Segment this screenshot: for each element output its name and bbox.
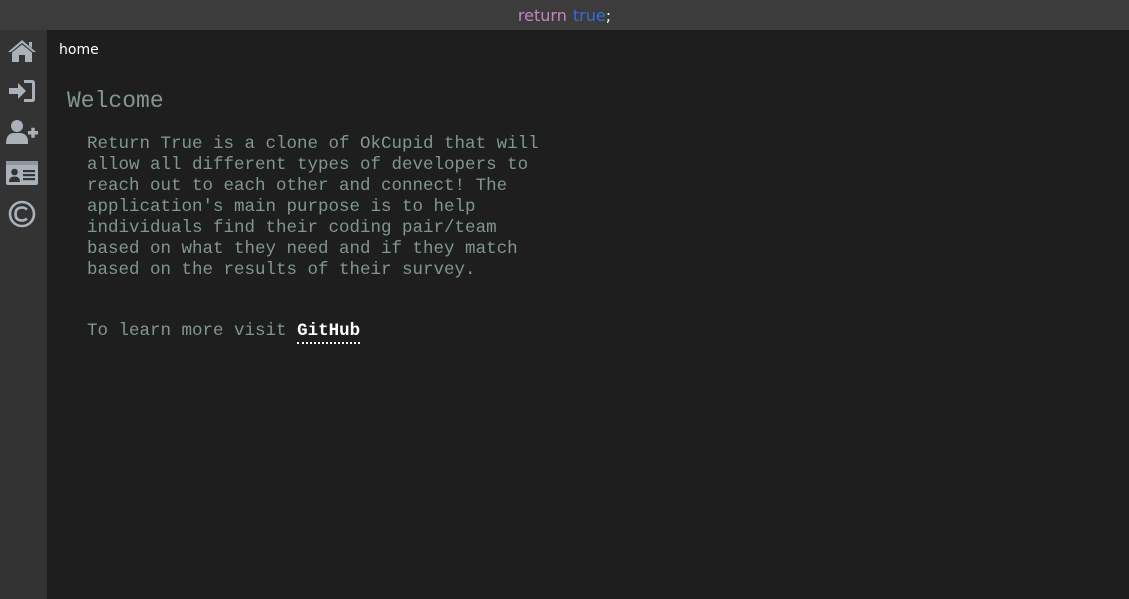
- main-content: home Welcome Return True is a clone of O…: [47, 30, 1129, 599]
- breadcrumb: home: [59, 42, 99, 58]
- page-title: Welcome: [67, 88, 164, 114]
- title-true-keyword: true: [572, 5, 606, 25]
- github-link[interactable]: GitHub: [297, 321, 361, 344]
- sidebar-item-copyright[interactable]: [5, 199, 39, 229]
- sidebar-item-profile[interactable]: [5, 158, 39, 188]
- copyright-icon: [8, 200, 36, 228]
- user-plus-icon: [6, 120, 38, 144]
- sidebar-item-sign-in[interactable]: [5, 76, 39, 106]
- home-icon: [8, 40, 36, 62]
- about-description: Return True is a clone of OkCupid that w…: [87, 134, 539, 280]
- learn-more-line: To learn more visit GitHub: [87, 321, 361, 344]
- sidebar-item-register[interactable]: [5, 117, 39, 147]
- title-semicolon: ;: [605, 5, 612, 25]
- sidebar-item-home[interactable]: [5, 36, 39, 66]
- title-return-keyword: return: [517, 5, 567, 25]
- sidebar: [0, 30, 47, 599]
- learn-more-text: To learn more visit: [87, 321, 287, 341]
- app-title-bar: return true ;: [0, 0, 1129, 30]
- id-card-icon: [6, 161, 38, 185]
- sign-in-icon: [9, 80, 35, 102]
